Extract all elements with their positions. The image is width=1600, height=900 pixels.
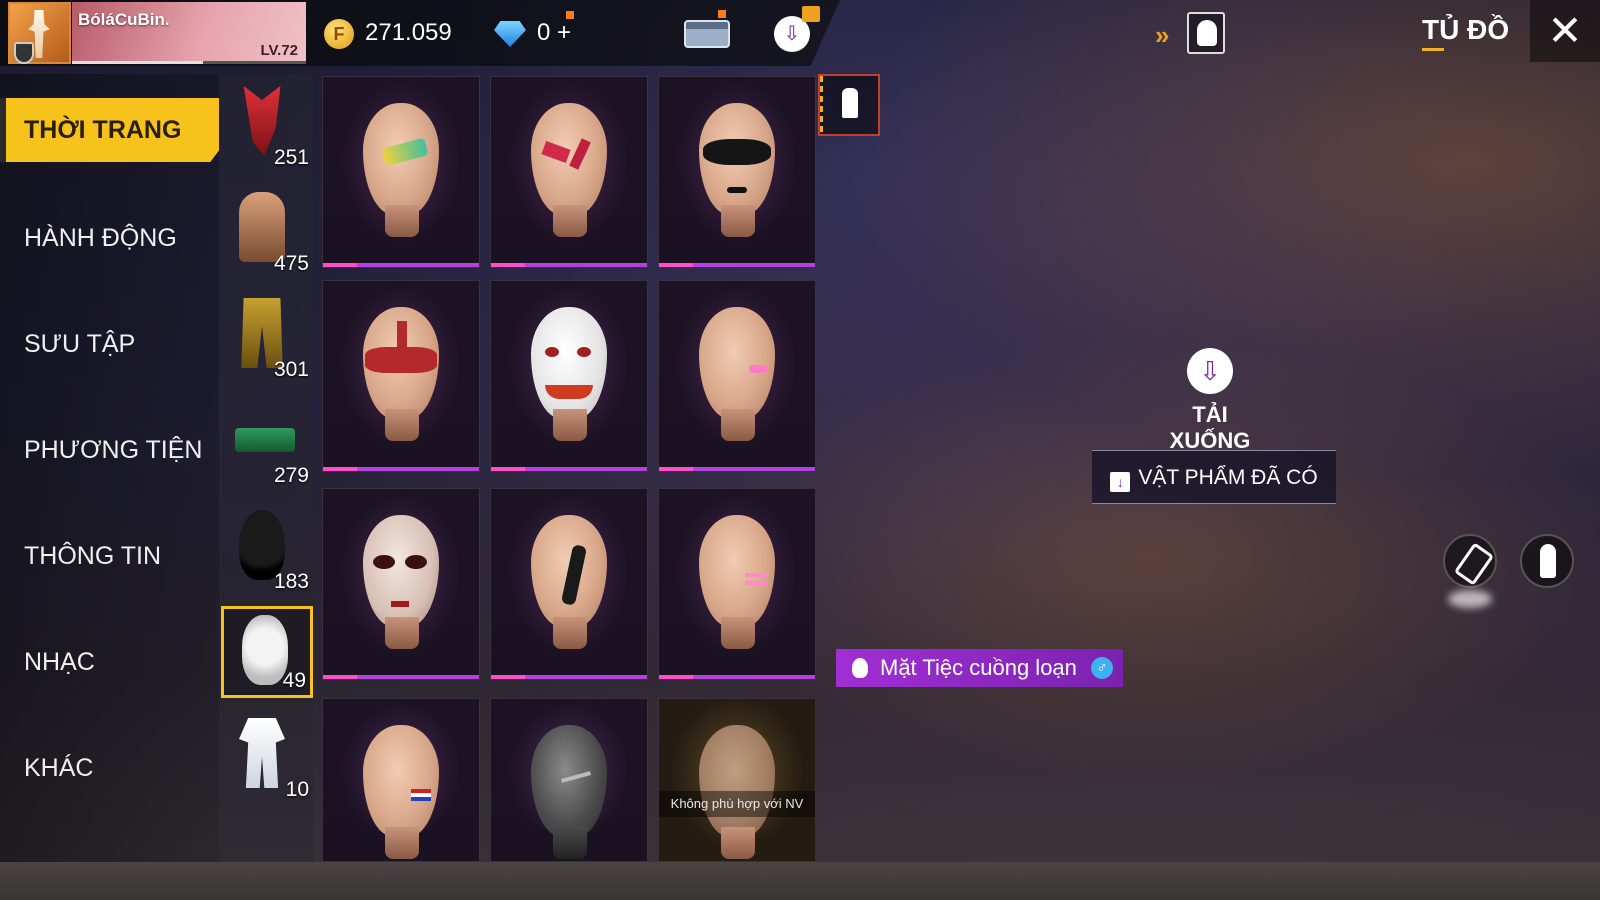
gold-coin-icon: F	[324, 19, 354, 49]
membership-card-icon[interactable]	[684, 20, 730, 48]
category-mask[interactable]: 251	[221, 80, 313, 172]
floor-strip	[0, 862, 1600, 900]
notification-dot	[718, 10, 726, 18]
player-level: LV.72	[260, 42, 298, 59]
menu-item-thoi-trang[interactable]: THỜI TRANG	[0, 98, 219, 162]
face-preview	[531, 725, 607, 837]
xp-bar	[72, 61, 306, 64]
player-avatar[interactable]	[8, 2, 71, 64]
face-item-tile[interactable]	[490, 280, 648, 472]
category-outfit[interactable]: 10	[221, 712, 313, 804]
menu-item-khac[interactable]: KHÁC	[0, 736, 219, 800]
category-vehicle[interactable]: 279	[221, 398, 313, 490]
category-head[interactable]: 183	[221, 504, 313, 596]
outfit-icon	[239, 718, 285, 788]
title-underline	[1422, 48, 1444, 51]
menu-item-nhac[interactable]: NHẠC	[0, 630, 219, 694]
face-item-tile[interactable]	[658, 280, 816, 472]
face-item-tile[interactable]	[658, 488, 816, 680]
download-label[interactable]: TẢI XUỐNG	[1160, 402, 1260, 454]
player-name-plate[interactable]: BóláCuBin. LV.72	[72, 2, 306, 64]
menu-item-suu-tap[interactable]: SƯU TẬP	[0, 312, 219, 376]
face-paint-icon	[242, 615, 288, 685]
mask-icon	[852, 658, 868, 678]
face-preview	[363, 103, 439, 215]
notification-dot	[566, 11, 574, 19]
menu-item-thong-tin[interactable]: THÔNG TIN	[0, 524, 219, 588]
face-preview	[699, 725, 775, 837]
owned-items-label: VẬT PHẨM ĐÃ CÓ	[1138, 466, 1318, 489]
category-pants[interactable]: 301	[221, 292, 313, 384]
expand-chevrons-icon[interactable]: »	[1155, 20, 1170, 51]
face-preview	[699, 515, 775, 627]
face-preview	[363, 515, 439, 627]
category-face-paint[interactable]: 49	[221, 606, 313, 698]
add-diamond-button[interactable]: +	[557, 19, 571, 46]
xp-bar-fill	[72, 61, 204, 64]
male-gender-icon: ♂	[1091, 657, 1113, 679]
face-item-tile[interactable]	[490, 76, 648, 268]
gift-icon	[802, 6, 820, 22]
face-item-tile[interactable]	[490, 488, 648, 680]
selected-item-name: Mặt Tiệc cuồng loạn	[880, 655, 1077, 680]
menu-item-hanh-dong[interactable]: HÀNH ĐỘNG	[0, 206, 219, 270]
diamond-count: 0	[537, 19, 551, 46]
rank-shield-icon	[14, 42, 34, 64]
selected-item-tag: Mặt Tiệc cuồng loạn ♂	[836, 649, 1123, 687]
face-item-tile[interactable]	[658, 76, 816, 268]
category-count: 279	[273, 464, 309, 487]
face-item-tile[interactable]	[322, 76, 480, 268]
category-top[interactable]: 475	[221, 186, 313, 278]
face-preview	[699, 103, 775, 215]
face-preview	[363, 307, 439, 419]
diamond-balance[interactable]: 0 +	[537, 19, 571, 47]
face-preview	[531, 103, 607, 215]
character-view-button[interactable]	[1520, 534, 1574, 588]
rotate-phone-button[interactable]	[1443, 534, 1497, 588]
face-item-tile[interactable]	[322, 488, 480, 680]
category-count: 251	[273, 146, 309, 169]
face-item-tile[interactable]	[490, 698, 648, 862]
character-profile-icon[interactable]	[1187, 12, 1225, 54]
mannequin-view-button[interactable]	[818, 74, 880, 136]
vehicle-icon	[235, 428, 295, 452]
category-count: 301	[273, 358, 309, 381]
player-name: BóláCuBin.	[78, 10, 170, 29]
not-suitable-notice: Không phù hợp với NV	[659, 791, 815, 817]
owned-items-button[interactable]: ↓ VẬT PHẨM ĐÃ CÓ	[1092, 450, 1336, 504]
category-count: 183	[273, 570, 309, 593]
face-item-tile[interactable]	[322, 698, 480, 862]
face-preview	[699, 307, 775, 419]
download-box-icon: ↓	[1110, 472, 1131, 492]
face-item-tile[interactable]: Không phù hợp với NV	[658, 698, 816, 862]
light-glow	[1448, 590, 1492, 608]
category-count: 475	[273, 252, 309, 275]
coin-balance: 271.059	[365, 19, 452, 46]
cloud-download-icon[interactable]: ⇩	[1187, 348, 1233, 394]
category-count: 49	[282, 669, 306, 692]
menu-item-phuong-tien[interactable]: PHƯƠNG TIỆN	[0, 418, 219, 482]
category-count: 10	[285, 778, 309, 801]
close-button[interactable]: ✕	[1530, 0, 1600, 62]
face-preview	[531, 307, 607, 419]
face-preview	[531, 515, 607, 627]
face-preview	[363, 725, 439, 837]
face-item-tile[interactable]	[322, 280, 480, 472]
page-title: TỦ ĐỒ	[1422, 14, 1510, 45]
